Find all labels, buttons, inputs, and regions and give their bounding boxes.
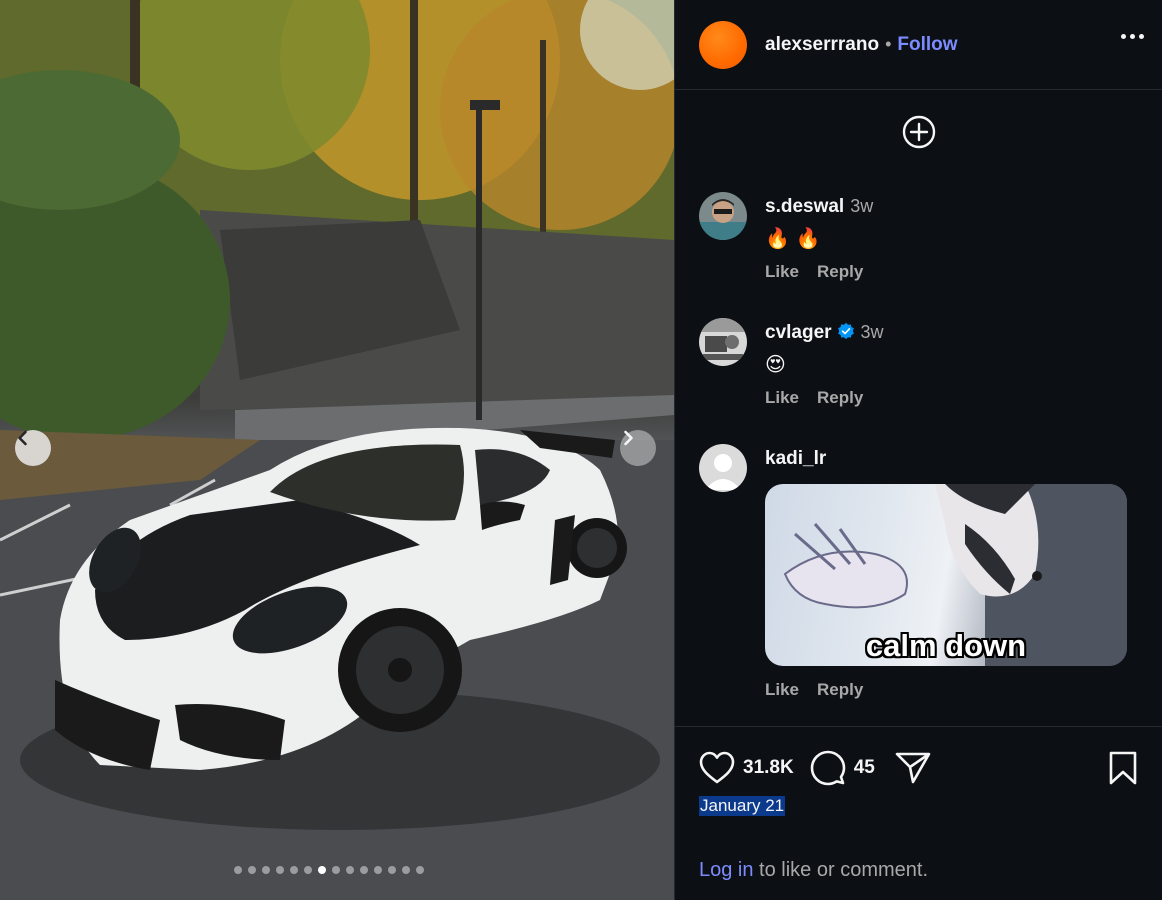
chevron-right-icon [624,430,633,446]
comment-bubble-icon [810,750,846,786]
comment-time: 3w [850,196,874,216]
comment-username[interactable]: s.deswal [765,196,844,217]
login-prompt: Log in to like or comment. [699,859,928,882]
more-dot-icon [1130,34,1135,39]
author-username[interactable]: alexserrrano [765,34,879,56]
bookmark-icon [1109,751,1137,785]
carousel-dot [388,866,396,874]
carousel-dot [332,866,340,874]
more-dot-icon [1139,34,1144,39]
user-photo-icon [699,192,747,240]
gif-caption: calm down [865,628,1027,663]
comment-time: 3w [860,322,884,342]
author-avatar[interactable] [699,20,747,69]
like-comment-button[interactable]: Like [765,388,799,407]
chevron-left-icon [18,430,27,446]
commenter-avatar[interactable] [699,444,747,492]
comment-username[interactable]: kadi_lr [765,448,826,469]
carousel-dot [402,866,410,874]
comment-actions: Like Reply [765,680,881,700]
carousel-dot [374,866,382,874]
comment-text: 🔥 🔥 [765,228,821,250]
save-button[interactable] [1108,751,1138,790]
follow-button[interactable]: Follow [897,34,957,56]
carousel-indicator [234,866,424,874]
login-prompt-text: to like or comment. [753,859,929,881]
reply-comment-button[interactable]: Reply [817,262,863,281]
comment-gif[interactable]: calm down [765,484,1127,666]
carousel-dot [416,866,424,874]
reply-comment-button[interactable]: Reply [817,680,863,699]
post-date[interactable]: January 21 [699,796,786,816]
login-link[interactable]: Log in [699,859,754,881]
carousel-dot [346,866,354,874]
comment-item: kadi_lr calm down Like Reply [699,444,1139,714]
carousel-dot [276,866,284,874]
post-actions-bar: 31.8K 45 [699,749,1138,787]
carousel-dot-active [318,866,326,874]
paper-plane-icon [895,752,931,784]
post-side-panel: alexserrrano • Follow s.deswal 3w 🔥 🔥 Li… [674,0,1162,900]
carousel-dot [262,866,270,874]
next-photo-button[interactable] [620,430,656,466]
heart-icon [699,751,735,784]
comments-count: 45 [853,757,875,778]
comment-item: s.deswal 3w 🔥 🔥 Like Reply [699,192,1139,292]
commenter-avatar[interactable] [699,318,747,366]
carousel-dot [304,866,312,874]
carousel-dot [234,866,242,874]
user-photo-icon [699,318,747,366]
carousel-dot [290,866,298,874]
post-header: alexserrrano • Follow [675,0,1162,90]
likes-count[interactable]: 31.8K [743,757,794,779]
share-button[interactable] [895,751,931,785]
previous-photo-button[interactable] [15,430,51,466]
default-avatar-icon [699,444,747,492]
comment-actions: Like Reply [765,262,881,282]
post-photo[interactable] [0,0,674,900]
photo-illustration [0,0,674,900]
like-comment-button[interactable]: Like [765,262,799,281]
like-post-button[interactable]: 31.8K [699,751,794,785]
carousel-dot [360,866,368,874]
comment-text: 😍 [765,354,786,376]
commenter-avatar[interactable] [699,192,747,240]
comment-actions: Like Reply [765,388,881,408]
carousel-dot [248,866,256,874]
actions-divider [675,726,1162,727]
more-options-button[interactable] [1121,34,1144,39]
like-comment-button[interactable]: Like [765,680,799,699]
more-dot-icon [1121,34,1126,39]
verified-badge-icon [837,322,854,340]
add-icon[interactable] [902,115,936,149]
comment-item: cvlager 3w 😍 Like Reply [699,318,1139,418]
comment-username[interactable]: cvlager [765,322,832,343]
reply-comment-button[interactable]: Reply [817,388,863,407]
comment-post-button[interactable]: 45 [810,750,875,786]
header-separator: • [885,34,892,54]
